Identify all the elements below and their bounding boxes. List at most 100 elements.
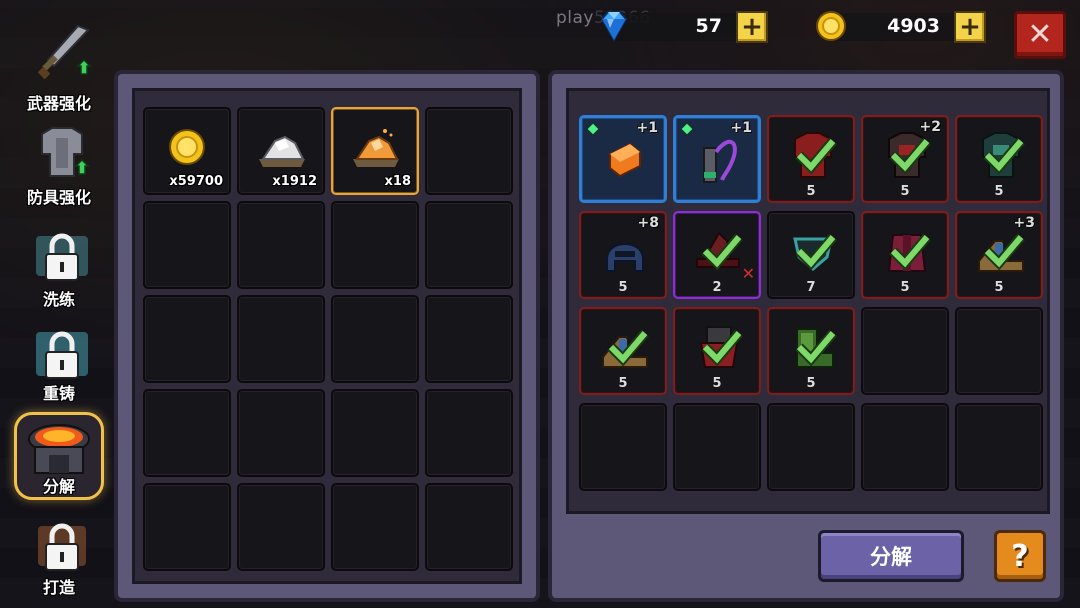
equipment-slot[interactable]: +3 5 — [955, 211, 1043, 299]
sidebar-item-armor-upgrade[interactable]: 防具强化 — [14, 120, 104, 210]
check-icon — [701, 233, 743, 271]
equipment-slot[interactable]: 5 — [767, 307, 855, 395]
equipment-slot-empty[interactable] — [955, 307, 1043, 395]
item-level: 5 — [712, 376, 722, 391]
equipment-slot-empty[interactable] — [673, 403, 761, 491]
coin-counter: 4903 + — [816, 11, 986, 43]
equipment-slot[interactable]: +2 5 — [861, 115, 949, 203]
rarity-diamond-icon — [587, 123, 599, 135]
material-slot[interactable]: x1912 — [237, 107, 325, 195]
orange-gem-icon — [609, 142, 641, 178]
equipment-slot-empty[interactable] — [955, 403, 1043, 491]
help-button[interactable]: ? — [994, 530, 1046, 582]
sidebar-item-recast[interactable]: 重铸 — [14, 320, 104, 406]
sidebar-label: 武器强化 — [26, 94, 91, 113]
material-qty: x18 — [384, 174, 411, 189]
check-icon — [889, 233, 931, 271]
check-icon — [795, 137, 837, 175]
material-slot-empty[interactable] — [143, 483, 231, 571]
item-level: 2 — [712, 280, 722, 295]
decompose-button[interactable]: 分解 — [818, 530, 964, 582]
material-slot-empty[interactable] — [237, 295, 325, 383]
buy-coins-button[interactable]: + — [954, 11, 986, 43]
check-icon — [795, 329, 837, 367]
buy-coins-plus: + — [959, 12, 981, 42]
material-slot-empty[interactable] — [331, 295, 419, 383]
equipment-slot-empty[interactable] — [767, 403, 855, 491]
material-slot-empty[interactable] — [143, 201, 231, 289]
item-level: 5 — [994, 280, 1004, 295]
equipment-slot[interactable]: +1 — [673, 115, 761, 203]
equipment-slot-empty[interactable] — [861, 403, 949, 491]
material-qty: x1912 — [272, 174, 317, 189]
sidebar-label: 重铸 — [42, 384, 75, 403]
materials-grid: x59700 x1912 x18 — [132, 88, 522, 584]
close-button[interactable]: ✕ — [1014, 11, 1066, 59]
locked-refine-icon — [36, 233, 88, 281]
sidebar-item-weapon-upgrade[interactable]: 武器强化 — [14, 18, 104, 113]
sidebar-item-craft[interactable]: 打造 — [14, 512, 104, 604]
close-icon: ✕ — [1027, 17, 1053, 52]
rarity-diamond-icon — [681, 123, 693, 135]
check-icon — [983, 137, 1025, 175]
gem-counter: 57 + — [600, 11, 768, 43]
blue-gem-icon — [600, 11, 628, 43]
sidebar-label: 防具强化 — [26, 188, 91, 207]
blue-helmet-icon — [606, 243, 644, 272]
material-slot-empty[interactable] — [237, 201, 325, 289]
equipment-slot[interactable]: +1 — [579, 115, 667, 203]
item-level: 5 — [618, 280, 628, 295]
sidebar-label: 打造 — [42, 578, 75, 597]
equipment-slot[interactable]: 5 — [673, 307, 761, 395]
sidebar-item-decompose[interactable]: 分解 — [14, 412, 104, 500]
equipment-slot[interactable]: +8 5 — [579, 211, 667, 299]
material-slot-empty[interactable] — [237, 483, 325, 571]
decompose-button-label: 分解 — [870, 545, 912, 569]
item-level: 5 — [806, 184, 816, 199]
material-slot-empty[interactable] — [143, 295, 231, 383]
check-icon — [795, 233, 837, 271]
equipment-slot[interactable]: 5 — [861, 211, 949, 299]
buy-gems-button[interactable]: + — [736, 11, 768, 43]
material-slot-empty[interactable] — [425, 107, 513, 195]
sidebar-label: 洗练 — [42, 290, 75, 309]
material-slot-empty[interactable] — [425, 295, 513, 383]
material-slot-empty[interactable] — [425, 483, 513, 571]
equipment-slot[interactable]: 5 — [767, 115, 855, 203]
materials-panel: x59700 x1912 x18 — [114, 70, 540, 602]
material-slot-empty[interactable] — [425, 389, 513, 477]
item-level: 5 — [806, 376, 816, 391]
equipment-slot[interactable]: ✕ 2 — [673, 211, 761, 299]
item-level: 5 — [900, 184, 910, 199]
question-icon: ? — [1011, 538, 1029, 574]
item-level: 5 — [994, 184, 1004, 199]
sidebar-item-refine[interactable]: 洗练 — [14, 222, 104, 310]
material-slot-empty[interactable] — [143, 389, 231, 477]
equipment-slot[interactable]: 5 — [579, 307, 667, 395]
material-slot-empty[interactable] — [331, 389, 419, 477]
equipment-slot-empty[interactable] — [861, 307, 949, 395]
sword-upgrade-icon — [37, 24, 92, 80]
sidebar-label: 分解 — [42, 477, 75, 496]
equipment-slot[interactable]: 7 — [767, 211, 855, 299]
equipment-grid: +1 +1 5 +2 5 5 +8 5 ✕ 2 7 5 +3 5 5 5 5 — [566, 88, 1050, 514]
enhance-level: +3 — [1013, 215, 1035, 231]
locked-craft-icon — [38, 523, 86, 571]
equipment-panel: +1 +1 5 +2 5 5 +8 5 ✕ 2 7 5 +3 5 5 5 5 — [548, 70, 1064, 602]
equipment-slot-empty[interactable] — [579, 403, 667, 491]
equipment-slot[interactable]: 5 — [955, 115, 1043, 203]
check-icon — [607, 329, 649, 367]
check-icon — [889, 137, 931, 175]
gold-coin-icon — [169, 129, 205, 165]
material-slot[interactable]: x59700 — [143, 107, 231, 195]
material-slot-selected[interactable]: x18 — [331, 107, 419, 195]
gold-coin-icon — [816, 11, 846, 41]
coin-count: 4903 — [887, 15, 940, 37]
material-slot-empty[interactable] — [425, 201, 513, 289]
material-qty: x59700 — [169, 174, 223, 189]
material-slot-empty[interactable] — [331, 201, 419, 289]
check-icon — [701, 329, 743, 367]
material-slot-empty[interactable] — [331, 483, 419, 571]
material-slot-empty[interactable] — [237, 389, 325, 477]
furnace-icon — [28, 424, 90, 474]
